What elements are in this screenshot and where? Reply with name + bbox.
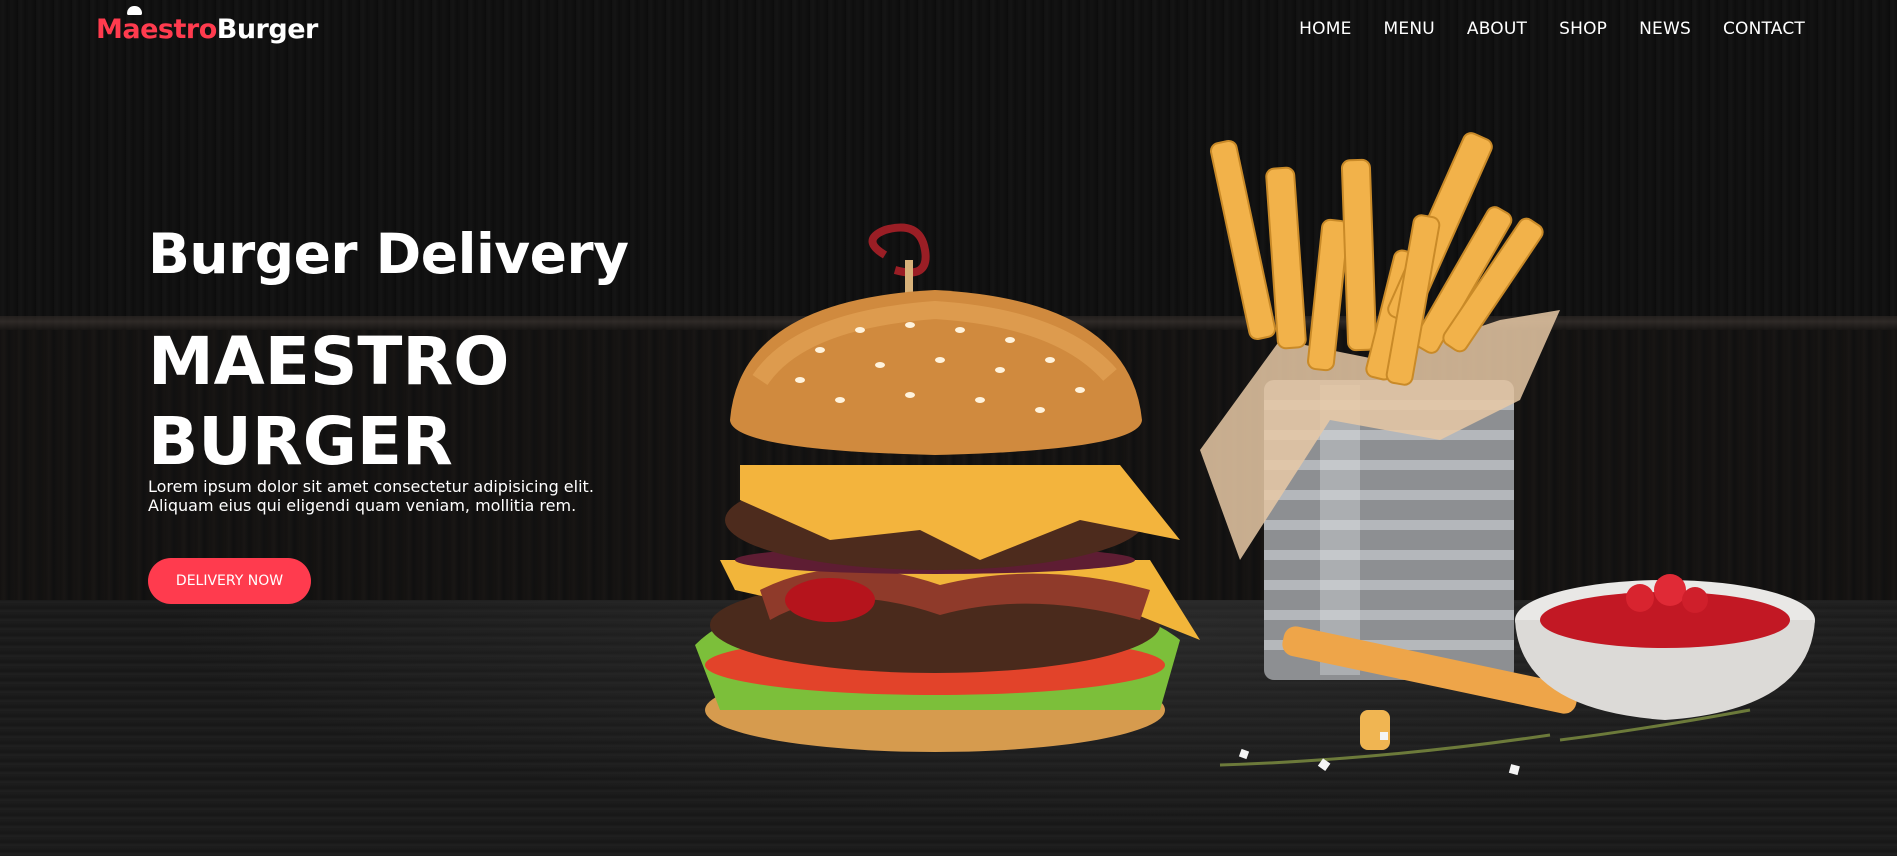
hero-section: MaestroBurger HOME MENU ABOUT SHOP NEWS … <box>0 0 1897 856</box>
brand-name-part2: Burger <box>216 14 319 45</box>
nav-about[interactable]: ABOUT <box>1467 19 1527 39</box>
brand-logo[interactable]: MaestroBurger <box>96 6 319 48</box>
chef-hat-icon <box>127 6 142 15</box>
burger-image <box>695 223 1200 752</box>
hero-headline: MAESTRO BURGER <box>148 322 708 482</box>
nav-home[interactable]: HOME <box>1299 19 1351 39</box>
nav-contact[interactable]: CONTACT <box>1723 19 1805 39</box>
nav-shop[interactable]: SHOP <box>1559 19 1607 39</box>
headline-line1: MAESTRO <box>148 323 510 400</box>
brand-name-part1: Maestro <box>96 14 217 45</box>
delivery-now-button[interactable]: DELIVERY NOW <box>148 558 311 604</box>
description-line1: Lorem ipsum dolor sit amet consectetur a… <box>148 477 594 496</box>
fries-can-image <box>1200 132 1578 750</box>
hero-description: Lorem ipsum dolor sit amet consectetur a… <box>148 477 708 515</box>
hero-subtitle: Burger Delivery <box>148 222 629 286</box>
nav-news[interactable]: NEWS <box>1639 19 1691 39</box>
nav-menu[interactable]: MENU <box>1384 19 1435 39</box>
headline-line2: BURGER <box>148 403 453 480</box>
description-line2: Aliquam eius qui eligendi quam veniam, m… <box>148 496 577 515</box>
main-nav: HOME MENU ABOUT SHOP NEWS CONTACT <box>1299 19 1805 39</box>
hero-food-image <box>695 132 1815 776</box>
